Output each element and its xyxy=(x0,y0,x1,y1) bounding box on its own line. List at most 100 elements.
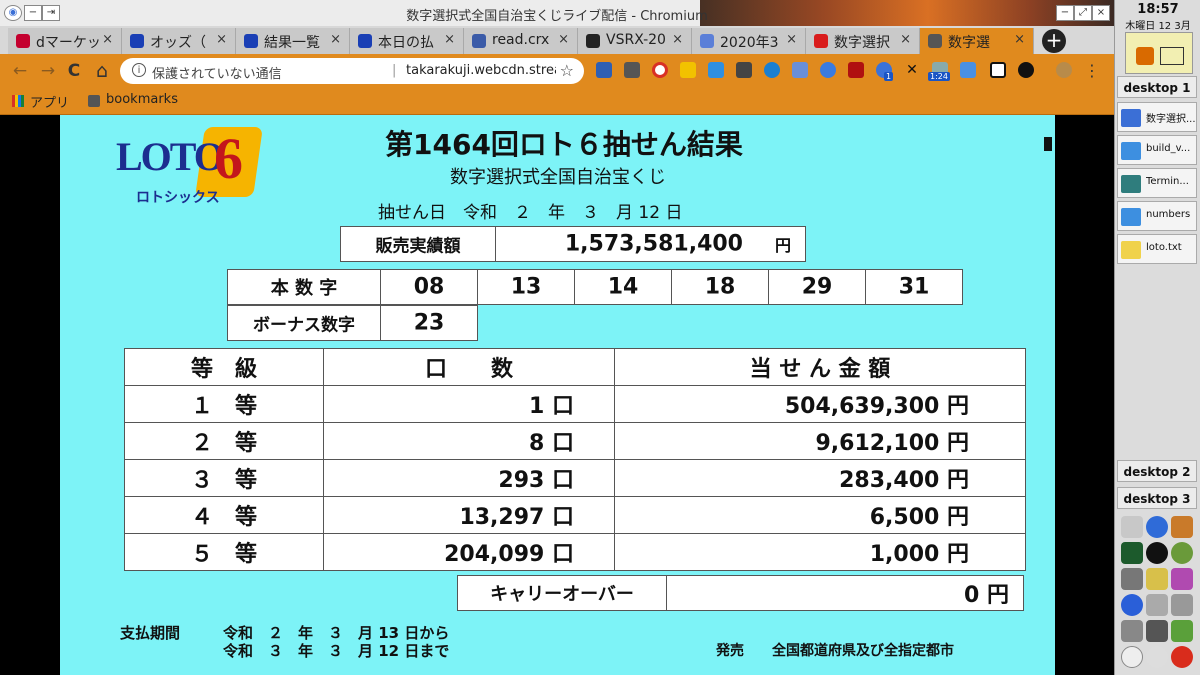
tab-close-icon[interactable]: × xyxy=(102,32,113,47)
tab-close-icon[interactable]: × xyxy=(900,32,911,47)
archive-icon[interactable] xyxy=(1171,516,1193,538)
tab-label: dマーケッ xyxy=(36,35,101,51)
tab-4[interactable]: 本日の払 × xyxy=(350,28,464,54)
minimize-button[interactable]: − xyxy=(1056,5,1074,21)
taskbar-item[interactable]: 数字選択... xyxy=(1117,102,1197,132)
maximize-button[interactable]: ⤢ xyxy=(1074,5,1092,21)
tab-7[interactable]: 2020年3 × xyxy=(692,28,806,54)
url-text[interactable]: takarakuji.webcdn.stream.ne.jp/www11... xyxy=(406,63,556,78)
taskbar-item[interactable]: loto.txt xyxy=(1117,234,1197,264)
extension-icon[interactable] xyxy=(624,62,640,78)
address-bar[interactable]: i 保護されていない通信 | takarakuji.webcdn.stream.… xyxy=(120,58,584,84)
page-subtitle: 数字選択式全国自治宝くじ xyxy=(450,167,666,188)
apps-grid-icon[interactable] xyxy=(12,95,24,107)
tab-2[interactable]: オッズ（ × xyxy=(122,28,236,54)
back-button[interactable]: ← xyxy=(10,61,30,81)
tab-close-icon[interactable]: × xyxy=(1014,32,1025,47)
scroll-marker xyxy=(1044,137,1052,151)
disk-icon[interactable] xyxy=(1121,620,1143,642)
bluetooth-icon[interactable] xyxy=(1121,594,1143,616)
taskbar-item[interactable]: numbers xyxy=(1117,201,1197,231)
ublock-extension-icon[interactable] xyxy=(848,62,864,78)
search-icon[interactable] xyxy=(1146,516,1168,538)
tab-close-icon[interactable]: × xyxy=(672,32,683,47)
media-icon[interactable] xyxy=(1171,568,1193,590)
prize-grade: １ 等 xyxy=(190,394,257,419)
taskbar-item[interactable]: Termin... xyxy=(1117,168,1197,198)
seven-extension-icon[interactable] xyxy=(736,62,752,78)
box-extension-icon[interactable] xyxy=(990,62,1006,78)
bookmark-apps[interactable]: アプリ xyxy=(30,92,69,111)
table-row-cell: ５ 等 xyxy=(124,533,324,571)
drive-icon[interactable] xyxy=(1146,594,1168,616)
volume-icon[interactable] xyxy=(1146,646,1168,668)
main-number: 08 xyxy=(413,274,445,300)
circle-extension-icon[interactable] xyxy=(1018,62,1034,78)
prize-grade: ４ 等 xyxy=(190,505,257,530)
tab-label: オッズ（ xyxy=(150,35,206,51)
tab-close-icon[interactable]: × xyxy=(786,32,797,47)
pin-extension-icon[interactable] xyxy=(960,62,976,78)
upload-extension-icon[interactable] xyxy=(820,62,836,78)
bookmark-folder[interactable]: bookmarks xyxy=(106,92,178,107)
page-title: 第1464回ロト６抽せん結果 xyxy=(385,128,743,161)
forward-button[interactable]: → xyxy=(38,61,58,81)
on-extension-icon[interactable] xyxy=(680,62,696,78)
page-viewport: LOTO 6 ロトシックス 第1464回ロト６抽せん結果 数字選択式全国自治宝く… xyxy=(0,115,1114,675)
window-titlebar: ◉ − ⇥ 数字選択式全国自治宝くじライブ配信 - Chromium − ⤢ × xyxy=(0,0,1114,27)
browser-menu-icon[interactable]: ⋮ xyxy=(1082,61,1102,81)
x-extension-icon[interactable]: ✕ xyxy=(904,62,920,78)
tab-close-icon[interactable]: × xyxy=(330,32,341,47)
globe-icon[interactable] xyxy=(1171,542,1193,564)
system-monitor-icon[interactable] xyxy=(1121,542,1143,564)
download-extension-icon[interactable] xyxy=(596,62,612,78)
battery-icon[interactable] xyxy=(1171,620,1193,642)
r-extension-icon[interactable] xyxy=(764,62,780,78)
desktop-1-button[interactable]: desktop 1 xyxy=(1117,76,1197,98)
loto6-logo: LOTO 6 ロトシックス xyxy=(112,126,272,209)
url-separator: | xyxy=(392,63,397,78)
magnifier-tool-icon[interactable] xyxy=(1121,516,1143,538)
home-button[interactable]: ⌂ xyxy=(92,61,112,81)
obs-icon[interactable] xyxy=(1146,542,1168,564)
close-button[interactable]: × xyxy=(1092,5,1110,21)
main-numbers-label-cell: 本 数 字 xyxy=(227,269,381,305)
prize-amount: 504,639,300 円 xyxy=(784,394,969,419)
bookmark-star-icon[interactable]: ☆ xyxy=(560,61,574,80)
sales-value: 1,573,581,400 xyxy=(564,231,743,257)
power-icon[interactable] xyxy=(1171,646,1193,668)
brightness-icon[interactable] xyxy=(1121,646,1143,668)
folder-extension-icon[interactable] xyxy=(792,62,808,78)
telescope-icon[interactable] xyxy=(1121,568,1143,590)
tab-8[interactable]: 数字選択 × xyxy=(806,28,920,54)
tab-close-icon[interactable]: × xyxy=(558,32,569,47)
tab-close-icon[interactable]: × xyxy=(216,32,227,47)
taskbar-item[interactable]: build_v... xyxy=(1117,135,1197,165)
profile-avatar[interactable] xyxy=(1056,62,1072,78)
music-icon[interactable] xyxy=(1146,568,1168,590)
taskbar-item-icon xyxy=(1121,109,1141,127)
chrome-extension-icon[interactable] xyxy=(652,62,668,78)
tab-1[interactable]: dマーケッ × xyxy=(8,28,122,54)
tab-5[interactable]: read.crx × xyxy=(464,28,578,54)
sales-unit: 円 xyxy=(774,236,791,255)
pause-icon[interactable] xyxy=(1136,47,1154,65)
desktop-2-button[interactable]: desktop 2 xyxy=(1117,460,1197,482)
new-tab-button[interactable]: + xyxy=(1042,29,1066,53)
info-icon[interactable]: i xyxy=(132,63,146,77)
taskbar-item-label: numbers xyxy=(1146,209,1191,220)
drive-2-icon[interactable] xyxy=(1171,594,1193,616)
prize-count: 204,099 口 xyxy=(444,542,574,567)
tab-6[interactable]: VSRX-20 × xyxy=(578,28,692,54)
taskbar-item-label: loto.txt xyxy=(1146,242,1182,253)
desktop-3-button[interactable]: desktop 3 xyxy=(1117,487,1197,509)
reload-button[interactable]: C xyxy=(64,61,84,81)
pager-widget[interactable] xyxy=(1125,32,1193,74)
tab-9[interactable]: 数字選 × xyxy=(920,28,1034,54)
printer-icon[interactable] xyxy=(1146,620,1168,642)
arrow-down-extension-icon[interactable] xyxy=(708,62,724,78)
tab-label: read.crx xyxy=(492,32,550,48)
result-board: LOTO 6 ロトシックス 第1464回ロト６抽せん結果 数字選択式全国自治宝く… xyxy=(60,115,1055,675)
tab-close-icon[interactable]: × xyxy=(444,32,455,47)
tab-3[interactable]: 結果一覧 × xyxy=(236,28,350,54)
